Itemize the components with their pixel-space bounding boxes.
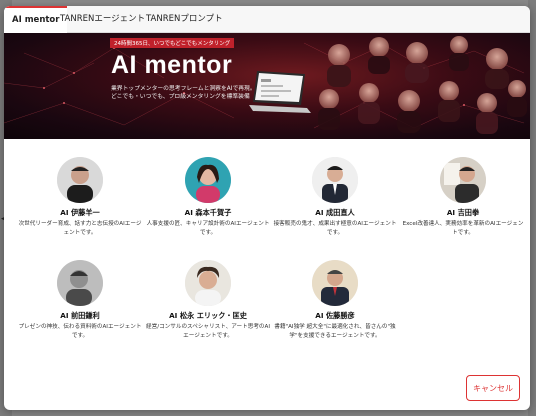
- mentor-description: プレゼンの神技、伝わる資料術のAIエージェントです。: [18, 324, 142, 339]
- mentor-description: Excel改善達人、実務効率を革新のAIエージェントです。: [402, 221, 524, 236]
- hero-banner: 24時間365日、いつでもどこでもメンタリング AI mentor 業界トップメ…: [4, 33, 530, 139]
- mentor-description: 経営/コンサルのスペシャリスト、アート思考のAIエージェントです。: [146, 324, 270, 339]
- banner-title: AI mentor: [111, 51, 233, 79]
- mentor-name: AI 伊藤羊一: [60, 208, 100, 217]
- avatar: [312, 260, 358, 306]
- banner-subtitle: 業界トップメンターの思考フレームと洞察をAIで再現。どこでも・いつでも、プロ級メ…: [111, 86, 256, 100]
- avatar: [57, 157, 103, 203]
- avatar: [440, 157, 486, 203]
- avatar: [185, 260, 231, 306]
- avatar: [185, 157, 231, 203]
- tab-bar: AI mentor TANRENエージェント TANRENプロンプト: [4, 6, 530, 33]
- mentor-name: AI 吉田拳: [446, 208, 480, 217]
- mentor-name: AI 森本千賀子: [184, 208, 232, 217]
- mentor-description: 接客販売の鬼才、成果出す極意のAIエージェントです。: [273, 221, 397, 236]
- mentor-name: AI 成田直人: [315, 208, 355, 217]
- mentor-name: AI 前田鎌利: [60, 311, 100, 320]
- banner-tag: 24時間365日、いつでもどこでもメンタリング: [110, 38, 235, 48]
- mentor-description: 書籍"AI独学 超大全"に最適化され、皆さんの"独学"を支援できるエージェントで…: [274, 324, 396, 339]
- mentor-modal: AI mentor TANRENエージェント TANRENプロンプト 24時間3…: [4, 6, 530, 410]
- avatar: [57, 260, 103, 306]
- cancel-button[interactable]: キャンセル: [466, 375, 520, 401]
- mentor-grid: AI 伊藤羊一 次世代リーダー育成、話す力と志伝授のAIエージェントです。 AI…: [4, 139, 530, 369]
- mentor-name: AI 佐藤勝彦: [315, 311, 355, 320]
- mentor-description: 次世代リーダー育成、話す力と志伝授のAIエージェントです。: [18, 221, 142, 236]
- avatar: [312, 157, 358, 203]
- tab-tanren-prompt[interactable]: TANRENプロンプト: [138, 6, 231, 32]
- mentor-collage-image: [318, 36, 527, 134]
- mentor-name: AI 松永 エリック・匡史: [169, 311, 247, 320]
- mentor-description: 人事支援の匠、キャリア設計術のAIエージェントです。: [146, 221, 270, 236]
